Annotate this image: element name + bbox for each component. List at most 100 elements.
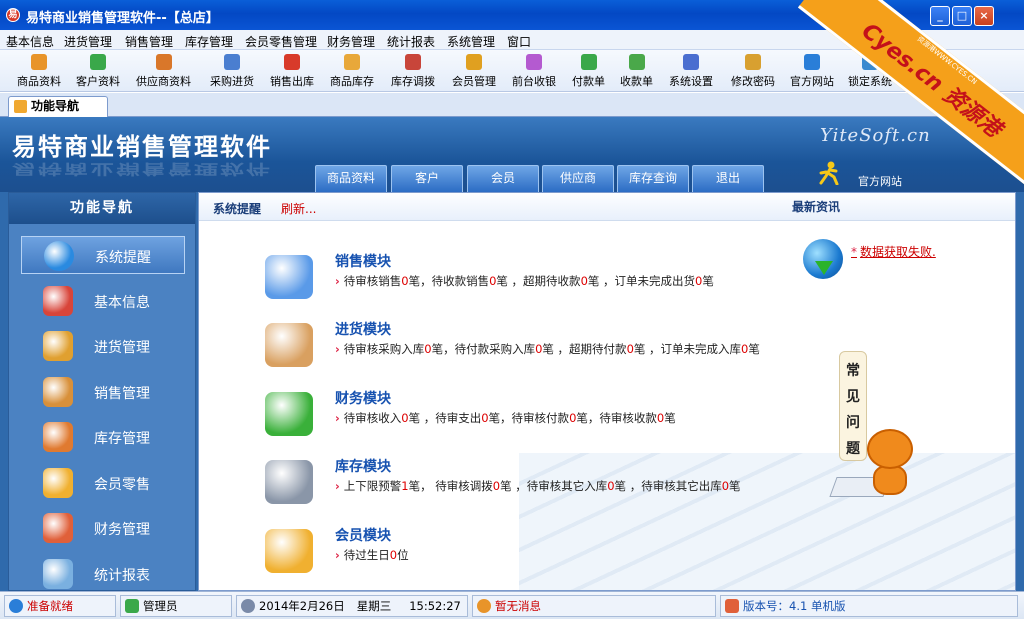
banner-tab-products[interactable]: 商品资料 xyxy=(315,165,387,192)
supplier-icon xyxy=(155,54,172,70)
toolbar-button-10[interactable]: 收款单 xyxy=(620,52,653,90)
banner-tab-inventory-query[interactable]: 库存查询 xyxy=(617,165,689,192)
settings-icon xyxy=(683,54,699,70)
info-icon xyxy=(44,241,74,271)
sidebar-item-5[interactable]: 会员零售 xyxy=(21,464,185,502)
sidebar-item-7[interactable]: 统计报表 xyxy=(21,555,185,593)
refresh-link[interactable]: 刷新... xyxy=(281,200,316,217)
menu-finance[interactable]: 财务管理 xyxy=(327,33,375,50)
home-icon xyxy=(725,599,739,613)
module-title[interactable]: 进货模块 xyxy=(335,319,391,339)
module-description: › 待审核采购入库0笔，待付款采购入库0笔 ，超期待付款0笔 ，订单未完成入库0笔 xyxy=(335,341,760,357)
customers-icon xyxy=(90,54,106,70)
receipt-icon xyxy=(628,54,645,70)
dollar-icon[interactable] xyxy=(265,392,313,436)
key-icon xyxy=(745,54,761,70)
sidebar-item-0[interactable]: 系统提醒 xyxy=(21,236,185,274)
status-ready: 准备就绪 xyxy=(4,595,116,617)
menu-inventory[interactable]: 库存管理 xyxy=(185,33,233,50)
brand-title: 易特商业销售管理软件 xyxy=(12,133,272,161)
toolbar-button-2[interactable]: 供应商资料 xyxy=(136,52,191,90)
toolbar-button-3[interactable]: 采购进货 xyxy=(210,52,254,90)
maximize-button[interactable]: □ xyxy=(952,6,972,26)
book-icon[interactable] xyxy=(265,255,313,299)
menu-purchase[interactable]: 进货管理 xyxy=(64,33,112,50)
system-reminder-title: 系统提醒 xyxy=(213,202,262,216)
menu-sales[interactable]: 销售管理 xyxy=(125,33,173,50)
menu-basic-info[interactable]: 基本信息 xyxy=(6,33,54,50)
toolbar-button-9[interactable]: 付款单 xyxy=(572,52,605,90)
database-icon[interactable] xyxy=(265,460,313,504)
mascot-head xyxy=(867,429,913,469)
module-title[interactable]: 会员模块 xyxy=(335,525,391,545)
faq-char: 见 xyxy=(846,389,860,405)
menu-reports[interactable]: 统计报表 xyxy=(387,33,435,50)
transfer-icon xyxy=(405,54,421,70)
faq-char: 常 xyxy=(846,363,860,379)
user-icon xyxy=(125,599,139,613)
module-title[interactable]: 财务模块 xyxy=(335,388,391,408)
toolbar-button-label: 供应商资料 xyxy=(136,75,191,88)
running-man-icon[interactable] xyxy=(818,161,840,185)
news-error-link[interactable]: * 数据获取失败. xyxy=(851,243,936,260)
box-in-icon[interactable] xyxy=(265,323,313,367)
toolbar-button-4[interactable]: 销售出库 xyxy=(270,52,314,90)
sidebar-item-2[interactable]: 进货管理 xyxy=(21,327,185,365)
toolbar-button-0[interactable]: 商品资料 xyxy=(17,52,61,90)
module-title[interactable]: 销售模块 xyxy=(335,251,391,271)
toolbar-button-7[interactable]: 会员管理 xyxy=(452,52,496,90)
toolbar-button-6[interactable]: 库存调拨 xyxy=(391,52,435,90)
module-description: › 上下限预警1笔， 待审核调拨0笔 ，待审核其它入库0笔 ，待审核其它出库0笔 xyxy=(335,478,741,494)
status-time: 15:52:27 xyxy=(409,599,461,613)
mascot-image xyxy=(829,429,921,501)
toolbar-button-13[interactable]: 官方网站 xyxy=(790,52,834,90)
sidebar-item-1[interactable]: 基本信息 xyxy=(21,282,185,320)
toolbar-button-1[interactable]: 客户资料 xyxy=(76,52,120,90)
status-datetime: 2014年2月26日 星期三 15:52:27 xyxy=(236,595,468,617)
toolbar-button-12[interactable]: 修改密码 xyxy=(731,52,775,90)
content-header: 系统提醒 刷新... 最新资讯 xyxy=(199,193,1015,221)
status-ready-text: 准备就绪 xyxy=(27,599,73,613)
site-logo: YiteSoft.cn xyxy=(820,125,931,146)
toolbar-button-5[interactable]: 商品库存 xyxy=(330,52,374,90)
sidebar-item-4[interactable]: 库存管理 xyxy=(21,418,185,456)
status-user: 管理员 xyxy=(120,595,232,617)
tab-function-navigation[interactable]: 功能导航 xyxy=(8,96,108,117)
status-globe-icon xyxy=(9,599,23,613)
official-site-link[interactable]: 官方网站 xyxy=(858,173,902,189)
menu-member-retail[interactable]: 会员零售管理 xyxy=(245,33,317,50)
sidebar-item-label: 统计报表 xyxy=(94,568,150,584)
toolbar-button-8[interactable]: 前台收银 xyxy=(512,52,556,90)
sidebar-item-3[interactable]: 销售管理 xyxy=(21,373,185,411)
member-icon xyxy=(466,54,482,70)
banner-tab-exit[interactable]: 退出 xyxy=(692,165,764,192)
module-4: 会员模块 › 待过生日0位 xyxy=(265,525,825,585)
menu-system[interactable]: 系统管理 xyxy=(447,33,495,50)
sidebar-item-label: 财务管理 xyxy=(94,522,150,538)
cart-icon xyxy=(284,54,300,70)
sidebar-item-label: 会员零售 xyxy=(94,477,150,493)
bullet-arrow-icon: › xyxy=(335,274,340,288)
module-title[interactable]: 库存模块 xyxy=(335,456,391,476)
menu-window[interactable]: 窗口 xyxy=(507,33,531,50)
toolbar-button-label: 库存调拨 xyxy=(391,75,435,88)
banner-tab-suppliers[interactable]: 供应商 xyxy=(542,165,614,192)
banner-tab-members[interactable]: 会员 xyxy=(467,165,539,192)
toolbar-button-11[interactable]: 系统设置 xyxy=(669,52,713,90)
module-description-text: 上下限预警1笔， 待审核调拨0笔 ，待审核其它入库0笔 ，待审核其它出库0笔 xyxy=(343,479,741,493)
close-button[interactable]: × xyxy=(974,6,994,26)
member-bubble-icon[interactable] xyxy=(265,529,313,573)
toolbar-button-label: 客户资料 xyxy=(76,75,120,88)
payment-icon xyxy=(580,54,597,70)
status-message: 暂无消息 xyxy=(472,595,716,617)
module-1: 进货模块 › 待审核采购入库0笔，待付款采购入库0笔 ，超期待付款0笔 ，订单未完成… xyxy=(265,319,825,379)
sidebar-item-6[interactable]: 财务管理 xyxy=(21,509,185,547)
latest-news-title: 最新资讯 xyxy=(792,200,841,214)
module-description-text: 待审核收入0笔 ，待审支出0笔，待审核付款0笔，待审核收款0笔 xyxy=(343,411,676,425)
banner-tab-customers[interactable]: 客户 xyxy=(391,165,463,192)
toolbar-button-label: 销售出库 xyxy=(270,75,314,88)
toolbar-button-label: 前台收银 xyxy=(512,75,556,88)
bullet-arrow-icon: › xyxy=(335,479,340,493)
status-message-text: 暂无消息 xyxy=(495,599,541,613)
minimize-button[interactable]: _ xyxy=(930,6,950,26)
